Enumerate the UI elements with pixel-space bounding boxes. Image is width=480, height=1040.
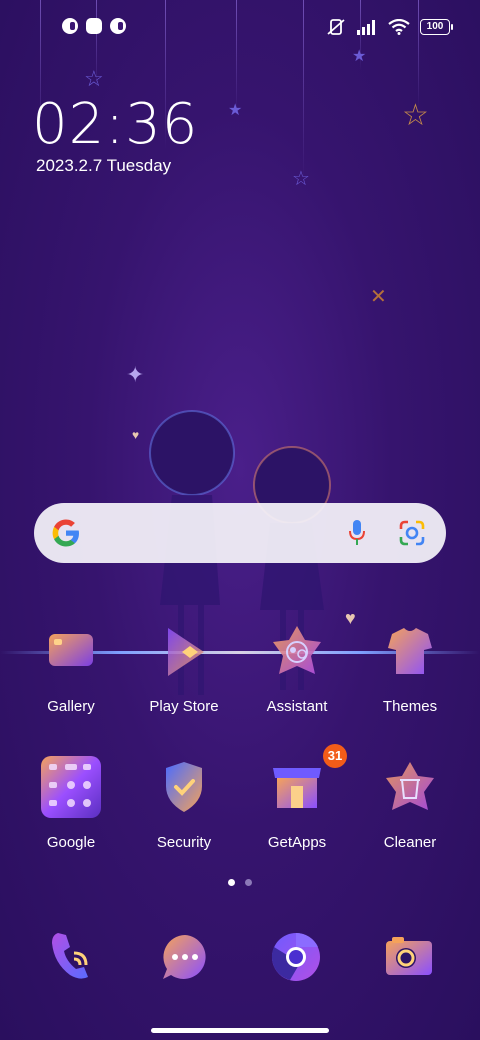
notification-icon bbox=[110, 18, 126, 34]
app-label: Google bbox=[46, 834, 96, 851]
assistant-icon bbox=[265, 620, 329, 684]
lens-icon[interactable] bbox=[398, 519, 426, 547]
google-icon bbox=[52, 519, 79, 547]
getapps-icon: 31 bbox=[265, 744, 347, 820]
app-label: Cleaner bbox=[383, 834, 437, 851]
mic-icon[interactable] bbox=[348, 519, 366, 547]
sparkle-icon: ✕ bbox=[370, 286, 387, 308]
page-indicator-dot[interactable] bbox=[245, 879, 252, 886]
status-bar: 100 bbox=[0, 0, 480, 56]
app-cleaner[interactable]: Cleaner bbox=[354, 756, 466, 851]
page-indicator-dot-active[interactable] bbox=[228, 879, 235, 886]
dock-messages[interactable] bbox=[153, 925, 217, 989]
clock-date[interactable]: 2023.2.7 Tuesday bbox=[36, 156, 171, 176]
folder-google[interactable]: Google bbox=[15, 756, 127, 851]
dock-chrome[interactable] bbox=[264, 925, 328, 989]
app-icon bbox=[86, 18, 102, 34]
star-icon: ☆ bbox=[292, 168, 310, 190]
themes-icon bbox=[378, 620, 442, 684]
camera-icon bbox=[386, 937, 432, 975]
messages-icon bbox=[163, 935, 206, 979]
app-getapps[interactable]: 31 GetApps bbox=[241, 744, 353, 851]
app-label: Themes bbox=[382, 698, 438, 715]
notification-icon bbox=[62, 18, 78, 34]
dock-phone[interactable] bbox=[40, 925, 104, 989]
chrome-icon bbox=[271, 932, 320, 981]
app-label: Gallery bbox=[47, 698, 95, 715]
sparkle-icon: ✦ bbox=[126, 362, 145, 387]
home-gesture-bar[interactable] bbox=[151, 1028, 329, 1033]
app-gallery[interactable]: Gallery bbox=[15, 620, 127, 715]
star-icon: ☆ bbox=[84, 66, 104, 91]
app-label: Play Store bbox=[149, 698, 219, 715]
clock-time[interactable]: 02:36 bbox=[32, 92, 198, 157]
play-store-icon bbox=[152, 620, 216, 684]
security-icon bbox=[152, 756, 216, 820]
battery-indicator: 100 bbox=[420, 19, 453, 35]
app-label: Security bbox=[156, 834, 212, 851]
mute-icon bbox=[327, 19, 345, 35]
notification-badge: 31 bbox=[323, 744, 347, 768]
phone-icon bbox=[52, 933, 88, 979]
app-label: Assistant bbox=[266, 698, 328, 715]
app-label: GetApps bbox=[267, 834, 327, 851]
dock-camera[interactable] bbox=[376, 925, 440, 989]
star-icon: ★ bbox=[228, 102, 243, 119]
google-folder-icon bbox=[39, 756, 103, 820]
star-icon: ☆ bbox=[402, 99, 429, 132]
gallery-icon bbox=[39, 620, 103, 684]
google-search-bar[interactable] bbox=[34, 503, 446, 563]
app-themes[interactable]: Themes bbox=[354, 620, 466, 715]
app-play-store[interactable]: Play Store bbox=[128, 620, 240, 715]
cleaner-icon bbox=[378, 756, 442, 820]
wifi-icon bbox=[388, 19, 410, 35]
app-security[interactable]: Security bbox=[128, 756, 240, 851]
app-assistant[interactable]: Assistant bbox=[241, 620, 353, 715]
signal-icon bbox=[357, 20, 375, 35]
